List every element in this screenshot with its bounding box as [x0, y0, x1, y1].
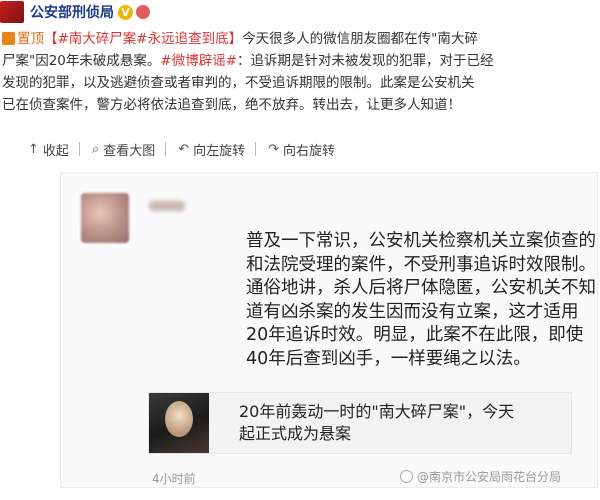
- pin-label: 置顶: [17, 31, 44, 47]
- divider: [255, 142, 257, 156]
- collapse-icon: ↑: [28, 141, 39, 157]
- rotate-left-button[interactable]: ↶ 向左旋转: [178, 140, 245, 159]
- repost-line: 和法院受理的案件，不受刑事追诉时效限制。: [246, 254, 596, 275]
- topic-link[interactable]: 【#南大碎尸案#永远追查到底】: [44, 31, 242, 47]
- repost-line: 通俗地讲，杀人后将尸体隐匿，公安机关不知: [246, 278, 596, 298]
- view-large-button[interactable]: ⌕ 查看大图: [92, 140, 155, 159]
- watermark-text: @南京市公安局雨花台分局: [417, 470, 562, 484]
- rotate-right-label: 向右旋转: [283, 143, 336, 159]
- post-line-1: 置顶【#南大碎尸案#永远追查到底】今天很多人的微信朋友圈都在传"南大碎: [2, 28, 600, 50]
- rotate-left-label: 向左旋转: [193, 143, 246, 159]
- image-toolbar: ↑ 收起 ⌕ 查看大图 ↶ 向左旋转 ↷ 向右旋转: [28, 138, 341, 160]
- post-line-2: 尸案"因20年未破成悬案。#微博辟谣#：追诉期是针对未被发现的犯罪，对于已经: [2, 50, 600, 72]
- post-header: 公安部刑侦局 V: [0, 0, 600, 24]
- repost-line: 40年后查到凶手，一样要绳之以法。: [246, 348, 531, 369]
- rotate-right-icon: ↷: [268, 141, 280, 157]
- topic-link[interactable]: #微博辟谣#: [160, 53, 237, 69]
- post-line-3: 发现的犯罪，以及逃避侦查或者审判的，不受追诉期限的限制。此案是公安机关: [2, 75, 475, 91]
- verified-icon: V: [118, 4, 133, 20]
- watermark: @南京市公安局雨花台分局: [400, 468, 561, 485]
- post-line-4: 已在侦查案件，警方必将依法追查到底，绝不放弃。转出去，让更多人知道！: [2, 97, 461, 113]
- link-preview-card[interactable]: 20年前轰动一时的"南大碎尸案"，今天 起正式成为悬案: [148, 392, 572, 454]
- link-title-line: 起正式成为悬案: [239, 424, 352, 443]
- divider: [78, 142, 80, 156]
- repost-line: 普及一下常识，公安机关检察机关立案侦查的: [246, 231, 596, 251]
- zoom-icon: ⌕: [91, 141, 100, 157]
- rotate-right-button[interactable]: ↷ 向右旋转: [268, 140, 335, 159]
- link-title-line: 20年前轰动一时的"南大碎尸案"，今天: [239, 402, 515, 421]
- author-name[interactable]: 公安部刑侦局: [30, 2, 114, 22]
- post-text-segment: 尸案"因20年未破成悬案。: [2, 53, 161, 69]
- link-thumbnail: [149, 393, 209, 453]
- repost-line: 道有凶杀案的发生因而没有立案，这才适用: [246, 301, 579, 322]
- rotate-left-icon: ↶: [178, 141, 190, 157]
- author-avatar[interactable]: [0, 1, 24, 23]
- link-title: 20年前轰动一时的"南大碎尸案"，今天 起正式成为悬案: [239, 401, 569, 445]
- divider: [165, 142, 167, 156]
- post-text-segment: 今天很多人的微信朋友圈都在传"南大碎: [242, 31, 478, 47]
- post-timestamp: 4小时前: [152, 472, 196, 486]
- repost-line: 20年追诉时效。明显，此案不在此限，即使: [246, 325, 584, 345]
- blurred-username: [149, 201, 185, 211]
- post-body: 置顶【#南大碎尸案#永远追查到底】今天很多人的微信朋友圈都在传"南大碎 尸案"因…: [2, 28, 600, 116]
- blurred-avatar: [81, 193, 129, 243]
- repost-text: 普及一下常识，公安机关检察机关立案侦查的 和法院受理的案件，不受刑事追诉时效限制…: [246, 230, 596, 371]
- collapse-button[interactable]: ↑ 收起: [28, 140, 69, 159]
- collapse-label: 收起: [42, 143, 69, 159]
- weibo-logo-icon: [400, 470, 413, 483]
- view-large-label: 查看大图: [103, 143, 156, 159]
- post-text-segment: ：追诉期是针对未被发现的犯罪，对于已经: [237, 53, 494, 69]
- pin-icon: [2, 32, 15, 45]
- thumbnail-face: [165, 401, 193, 437]
- member-badge-icon: [136, 5, 150, 19]
